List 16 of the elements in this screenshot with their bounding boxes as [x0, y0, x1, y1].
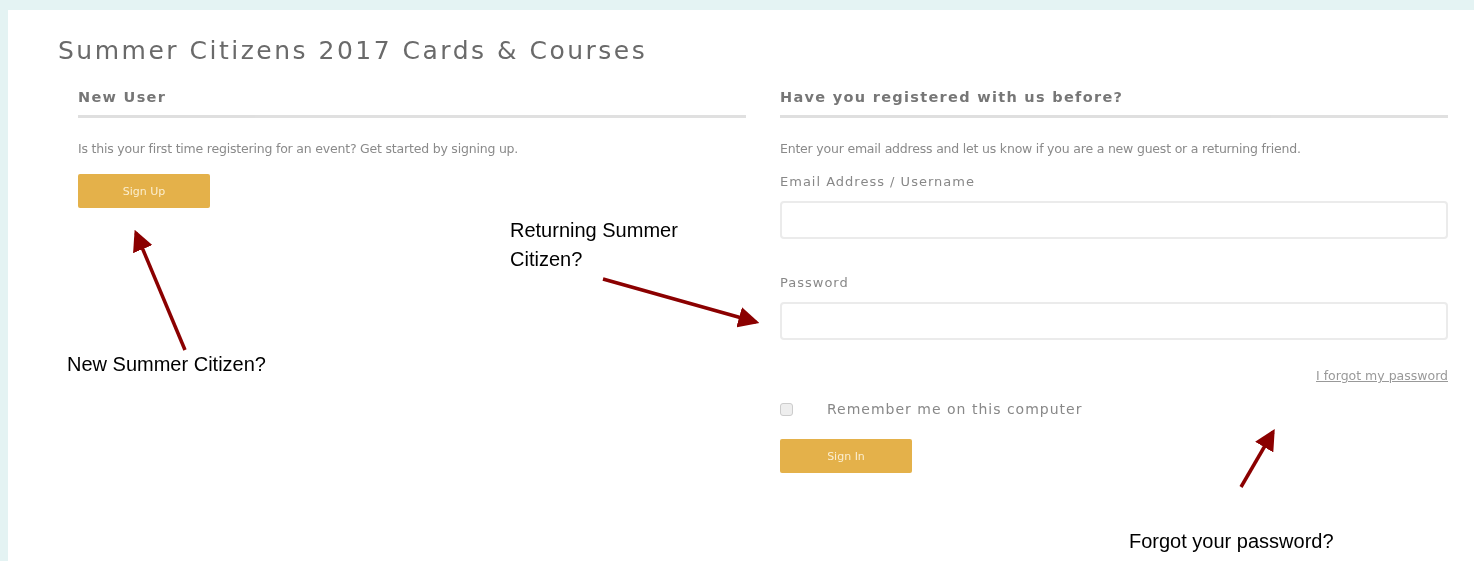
remember-label: Remember me on this computer	[827, 401, 1083, 417]
arrow	[1239, 428, 1275, 488]
remember-checkbox[interactable]	[780, 402, 793, 416]
forgot-password-link[interactable]: I forgot my password	[1316, 368, 1448, 383]
intro-text: Enter your email address and let us know if you are a new guest or a returning friend.	[780, 141, 1302, 156]
sign-up-button[interactable]: Sign Up	[78, 174, 210, 208]
sign-in-button[interactable]: Sign In	[780, 439, 912, 473]
field-label: Password	[780, 275, 850, 290]
section-heading: Have you registered with us before?	[780, 89, 1448, 118]
intro-text: Is this your first time registering for an event? Get started by signing up.	[78, 141, 520, 156]
annotation-text: Returning Summer Citizen?	[510, 218, 679, 272]
annotation-text: New Summer Citizen?	[67, 352, 267, 377]
annotation-text: Forgot your password?	[1129, 529, 1335, 554]
page-title: Summer Citizens 2017 Cards & Courses	[58, 36, 649, 65]
section-heading: New User	[78, 89, 746, 118]
field-label: Email Address / Username	[780, 174, 976, 189]
